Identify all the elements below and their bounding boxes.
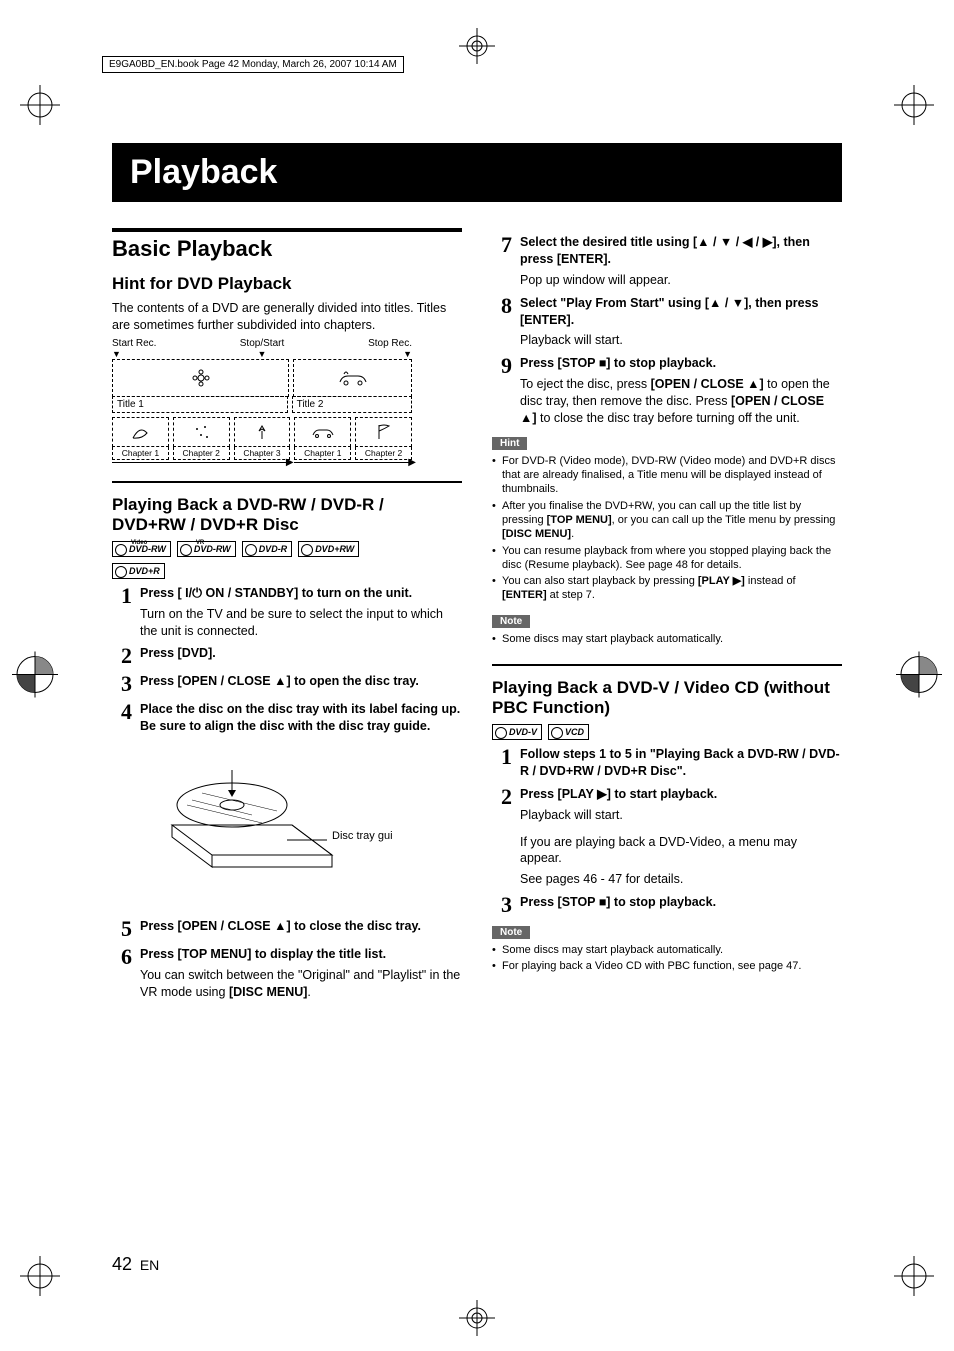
step-body: Select "Play From Start" using [▲ / ▼], … (520, 295, 842, 350)
list-item: You can also start playback by pressing … (492, 574, 842, 603)
tulip-icon (253, 423, 271, 441)
play-rw-heading: Playing Back a DVD-RW / DVD-R / DVD+RW /… (112, 495, 462, 535)
colour-target-left (12, 651, 58, 700)
registration-mark-bottom (459, 1300, 495, 1339)
disc-icon-dvd-plus-rw: DVD+RW (298, 541, 359, 557)
colour-target-right (896, 651, 942, 700)
hint-heading: Hint for DVD Playback (112, 274, 462, 294)
notes-list: Some discs may start playback automatica… (492, 632, 842, 646)
svg-text:Disc tray guide: Disc tray guide (332, 830, 392, 842)
crop-mark-icon (894, 85, 934, 125)
label-start-rec: Start Rec. (112, 338, 212, 349)
step-number: 6 (112, 946, 132, 1001)
step: 1Press [ I/⏻ ON / STANDBY] to turn on th… (112, 585, 462, 640)
crop-mark-icon (894, 1256, 934, 1296)
step: 1Follow steps 1 to 5 in "Playing Back a … (492, 746, 842, 780)
step-number: 4 (112, 701, 132, 735)
disc-icon-dvd-r: DVD-R (242, 541, 293, 557)
label-stop-start: Stop/Start (212, 338, 312, 349)
crop-mark-icon (20, 85, 60, 125)
step-number: 2 (112, 645, 132, 667)
step-body: Press [OPEN / CLOSE ▲] to close the disc… (140, 918, 462, 940)
step: 9Press [STOP ■] to stop playback.To ejec… (492, 355, 842, 427)
step: 2Press [PLAY ▶] to start playback.Playba… (492, 786, 842, 888)
disc-icons-row: DVD+R (112, 563, 462, 579)
title-chapter-diagram: Start Rec. Stop/Start Stop Rec. ▼▼▼ Titl… (112, 338, 412, 463)
note-label: Note (492, 615, 530, 628)
step-body: Press [OPEN / CLOSE ▲] to open the disc … (140, 673, 462, 695)
list-item: For DVD-R (Video mode), DVD-RW (Video mo… (492, 454, 842, 497)
crop-mark-icon (20, 1256, 60, 1296)
step-body: Press [DVD]. (140, 645, 462, 667)
step-body: Select the desired title using [▲ / ▼ / … (520, 234, 842, 289)
step-number: 1 (492, 746, 512, 780)
step: 7Select the desired title using [▲ / ▼ /… (492, 234, 842, 289)
list-item: You can resume playback from where you s… (492, 544, 842, 573)
list-item: Some discs may start playback automatica… (492, 943, 842, 957)
hint-body: The contents of a DVD are generally divi… (112, 300, 462, 334)
note-label: Note (492, 926, 530, 939)
step: 3 Press [STOP ■] to stop playback. (492, 894, 842, 916)
list-item: After you finalise the DVD+RW, you can c… (492, 499, 842, 542)
disc-icons-row: VideoDVD-RW VRDVD-RW DVD-R DVD+RW (112, 541, 462, 557)
disc-icon-vcd: VCD (548, 724, 589, 740)
disc-icons-row: DVD-V VCD (492, 724, 842, 740)
step: 5 Press [OPEN / CLOSE ▲] to close the dis… (112, 918, 462, 940)
disc-icon-dvd-rw-video: VideoDVD-RW (112, 541, 171, 557)
rule (492, 664, 842, 666)
step-number: 5 (112, 918, 132, 940)
step-body: Press [ I/⏻ ON / STANDBY] to turn on the… (140, 585, 462, 640)
step-number: 3 (492, 894, 512, 916)
step-number: 9 (492, 355, 512, 427)
sparkle-icon (191, 423, 211, 441)
dia-title1: Title 1 (112, 396, 288, 413)
step-body: Press [TOP MENU] to display the title li… (140, 946, 462, 1001)
step-body: Follow steps 1 to 5 in "Playing Back a D… (520, 746, 842, 780)
rule (112, 481, 462, 483)
hints-list: For DVD-R (Video mode), DVD-RW (Video mo… (492, 454, 842, 603)
car-small-icon (311, 423, 335, 441)
flower-icon (191, 368, 211, 388)
step-body: Press [STOP ■] to stop playback. (520, 894, 842, 916)
step-body: Place the disc on the disc tray with its… (140, 701, 462, 735)
disc-icon-dvd-v: DVD-V (492, 724, 542, 740)
step: 8Select "Play From Start" using [▲ / ▼],… (492, 295, 842, 350)
list-item: For playing back a Video CD with PBC fun… (492, 959, 842, 973)
dia-title2: Title 2 (292, 396, 412, 413)
book-tag: E9GA0BD_EN.book Page 42 Monday, March 26… (102, 56, 404, 73)
step-body: Press [STOP ■] to stop playback.To eject… (520, 355, 842, 427)
disc-icon-dvd-rw-vr: VRDVD-RW (177, 541, 236, 557)
notes-list: Some discs may start playback automatica… (492, 943, 842, 974)
step-number: 2 (492, 786, 512, 888)
step: 6Press [TOP MENU] to display the title l… (112, 946, 462, 1001)
car-icon (338, 368, 368, 388)
label-stop-rec: Stop Rec. (312, 338, 412, 349)
step-number: 1 (112, 585, 132, 640)
flag-icon (375, 423, 393, 441)
list-item: Some discs may start playback automatica… (492, 632, 842, 646)
step: 3 Press [OPEN / CLOSE ▲] to open the disc… (112, 673, 462, 695)
step-number: 8 (492, 295, 512, 350)
step-body: Press [PLAY ▶] to start playback.Playbac… (520, 786, 842, 888)
step-number: 3 (112, 673, 132, 695)
hint-label: Hint (492, 437, 527, 450)
play-v-heading: Playing Back a DVD-V / Video CD (without… (492, 678, 842, 718)
section-heading: Basic Playback (112, 236, 462, 262)
disc-icon-dvd-plus-r: DVD+R (112, 563, 165, 579)
page-number: 42 EN (112, 1254, 159, 1275)
rule (112, 228, 462, 232)
disc-tray-figure: Disc tray guide (132, 745, 462, 908)
step: 4Place the disc on the disc tray with it… (112, 701, 462, 735)
leaf-icon (130, 423, 150, 441)
chapter-title: Playback (112, 143, 842, 202)
step: 2 Press [DVD]. (112, 645, 462, 667)
step-number: 7 (492, 234, 512, 289)
